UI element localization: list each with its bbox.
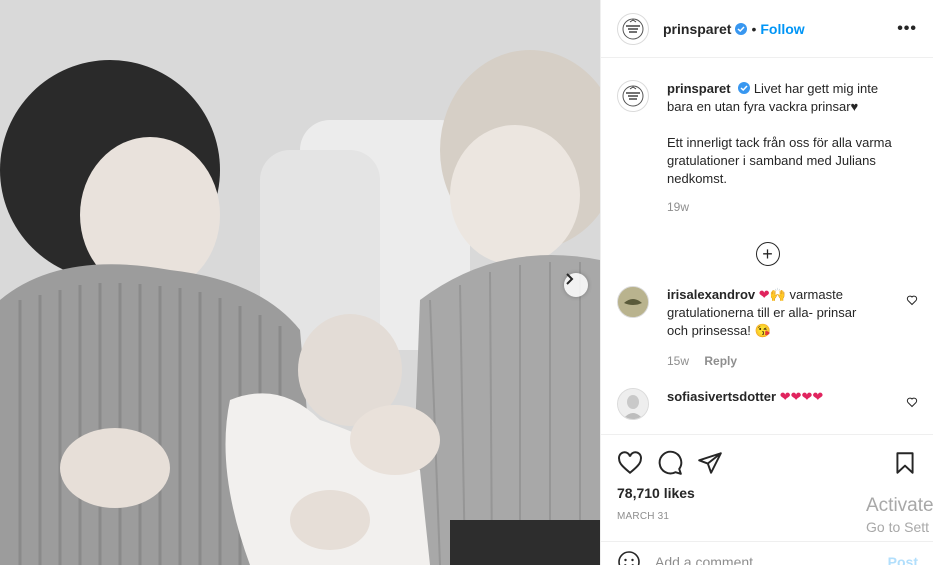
activate-windows-watermark: Activate Go to Sett bbox=[866, 494, 933, 536]
comment-body: irisalexandrov ❤🙌 varmaste gratulationer… bbox=[667, 286, 877, 370]
load-more-comments[interactable]: + bbox=[617, 242, 918, 266]
comment-timestamp[interactable]: 15w bbox=[667, 354, 689, 368]
comment-bubble-icon[interactable] bbox=[657, 450, 683, 476]
avatar[interactable] bbox=[617, 388, 649, 420]
watermark-subtitle: Go to Sett bbox=[866, 519, 930, 535]
action-bar bbox=[601, 435, 933, 481]
comment-username[interactable]: sofiasivertsdotter bbox=[667, 389, 776, 404]
follow-button[interactable]: Follow bbox=[760, 21, 804, 37]
caption-line-2: Ett innerligt tack från oss för alla var… bbox=[667, 135, 892, 186]
plus-circle-icon: + bbox=[755, 242, 780, 266]
post-header: prinsparet • Follow ••• bbox=[601, 0, 933, 58]
comment-composer: Post bbox=[601, 541, 933, 565]
like-comment-heart-icon[interactable] bbox=[906, 396, 918, 408]
post-sidebar: prinsparet • Follow ••• prinsparet Livet… bbox=[600, 0, 933, 565]
comment-item: irisalexandrov ❤🙌 varmaste gratulationer… bbox=[617, 286, 918, 370]
verified-badge-icon bbox=[738, 82, 751, 94]
like-comment-heart-icon[interactable] bbox=[906, 294, 918, 306]
verified-badge-icon bbox=[735, 22, 748, 35]
caption-username[interactable]: prinsparet bbox=[667, 81, 731, 96]
separator-dot: • bbox=[751, 20, 757, 37]
black-heart-icon: ♥ bbox=[850, 99, 859, 114]
crest-icon bbox=[622, 18, 644, 39]
avatar[interactable] bbox=[617, 80, 649, 112]
username[interactable]: prinsparet bbox=[663, 21, 731, 37]
kiss-emoji: 😘 bbox=[754, 323, 771, 338]
avatar[interactable] bbox=[617, 12, 649, 45]
heart-emoji: ❤🙌 bbox=[758, 287, 786, 302]
post-caption: prinsparet Livet har gett mig inte bara … bbox=[617, 58, 918, 216]
chevron-right-icon bbox=[566, 273, 574, 285]
comment-input[interactable] bbox=[655, 553, 888, 565]
heart-emoji: ❤❤❤❤ bbox=[779, 389, 824, 404]
heart-icon[interactable] bbox=[617, 450, 643, 476]
watermark-title: Activate bbox=[866, 495, 933, 516]
reply-button[interactable]: Reply bbox=[704, 354, 737, 368]
caption-timestamp[interactable]: 19w bbox=[667, 198, 895, 216]
next-photo-button[interactable] bbox=[564, 273, 588, 297]
avatar[interactable] bbox=[617, 286, 649, 318]
user-photo-icon bbox=[618, 389, 648, 419]
bookmark-icon[interactable] bbox=[892, 450, 918, 476]
comment-body: sofiasivertsdotter ❤❤❤❤ bbox=[667, 388, 877, 420]
comments-list[interactable]: prinsparet Livet har gett mig inte bara … bbox=[601, 58, 933, 434]
comment-username[interactable]: irisalexandrov bbox=[667, 287, 755, 302]
smiley-icon[interactable] bbox=[617, 550, 641, 565]
user-photo-icon bbox=[618, 287, 648, 317]
comment-item: sofiasivertsdotter ❤❤❤❤ bbox=[617, 388, 918, 420]
more-options-button[interactable]: ••• bbox=[897, 20, 917, 38]
post-button[interactable]: Post bbox=[888, 554, 918, 565]
paper-plane-icon[interactable] bbox=[697, 450, 723, 476]
caption-text: prinsparet Livet har gett mig inte bara … bbox=[667, 80, 895, 216]
photo-illustration bbox=[0, 0, 600, 565]
post-photo[interactable] bbox=[0, 0, 600, 565]
comment-meta: 15w Reply bbox=[667, 352, 877, 370]
crest-icon bbox=[622, 85, 644, 107]
